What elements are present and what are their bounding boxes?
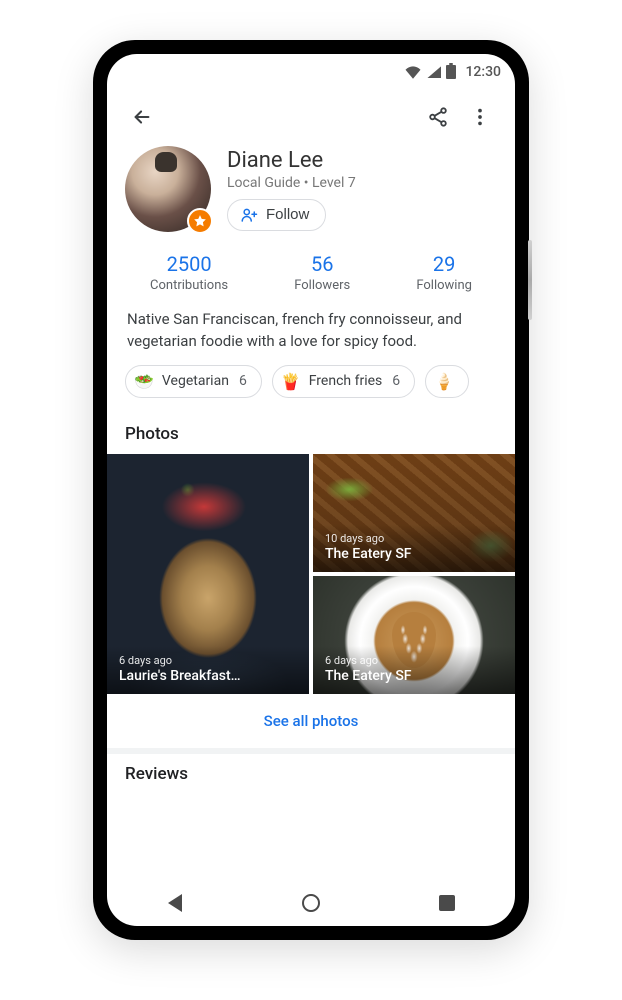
app-bar [107,90,515,144]
photo-title: Laurie's Breakfast… [119,668,297,684]
system-nav-bar [107,880,515,926]
salad-icon: 🥗 [134,372,154,391]
photo-overlay: 10 days ago The Eatery SF [313,524,515,572]
chip-count: 6 [392,373,400,389]
stat-following[interactable]: 29 Following [416,252,472,293]
photo-overlay: 6 days ago The Eatery SF [313,646,515,694]
photo-timestamp: 6 days ago [119,654,297,667]
bio-text: Native San Franciscan, french fry connoi… [107,303,515,365]
chip-partial[interactable]: 🍦 [425,365,469,398]
profile-name: Diane Lee [227,148,356,173]
chip-label: Vegetarian [162,373,229,389]
stat-contributions[interactable]: 2500 Contributions [150,252,228,293]
photo-overlay: 6 days ago Laurie's Breakfast… [107,646,309,694]
photo-timestamp: 10 days ago [325,532,503,545]
content-scroll[interactable]: Diane Lee Local Guide • Level 7 Follow 2… [107,144,515,880]
stat-label: Following [416,278,472,293]
see-all-photos-button[interactable]: See all photos [107,694,515,748]
icecream-icon: 🍦 [434,372,454,391]
overflow-menu-button[interactable] [459,100,501,138]
photo-tile[interactable]: 6 days ago Laurie's Breakfast… [107,454,309,694]
photo-title: The Eatery SF [325,668,503,684]
profile-info: Diane Lee Local Guide • Level 7 Follow [227,148,356,231]
wifi-icon [404,65,422,79]
share-button[interactable] [417,100,459,138]
photo-tile[interactable]: 6 days ago The Eatery SF [313,576,515,694]
topic-chips-row[interactable]: 🥗 Vegetarian 6 🍟 French fries 6 🍦 [107,365,515,414]
photo-title: The Eatery SF [325,546,503,562]
clock-text: 12:30 [465,64,501,80]
chip-vegetarian[interactable]: 🥗 Vegetarian 6 [125,365,262,398]
phone-frame: 12:30 Dian [93,40,529,940]
profile-subtitle: Local Guide • Level 7 [227,175,356,191]
back-button[interactable] [121,100,163,138]
battery-icon [446,65,456,79]
stat-followers[interactable]: 56 Followers [294,252,350,293]
local-guide-badge-icon [187,208,213,234]
stat-value: 56 [294,252,350,276]
avatar[interactable] [125,146,211,232]
nav-home-button[interactable] [300,892,322,914]
follow-label: Follow [266,206,309,223]
fries-icon: 🍟 [281,372,301,391]
cell-signal-icon [427,66,441,78]
nav-recent-button[interactable] [436,892,458,914]
status-bar: 12:30 [107,54,515,90]
photo-tile[interactable]: 10 days ago The Eatery SF [313,454,515,572]
stat-value: 29 [416,252,472,276]
photo-timestamp: 6 days ago [325,654,503,667]
reviews-section-title: Reviews [107,754,515,784]
follow-icon [240,206,258,224]
stat-value: 2500 [150,252,228,276]
nav-back-button[interactable] [164,892,186,914]
profile-header: Diane Lee Local Guide • Level 7 Follow [107,144,515,238]
photo-grid: 6 days ago Laurie's Breakfast… 10 days a… [107,454,515,694]
screen: 12:30 Dian [107,54,515,926]
photos-section-title: Photos [107,414,515,454]
chip-count: 6 [239,373,247,389]
stat-label: Contributions [150,278,228,293]
follow-button[interactable]: Follow [227,199,326,231]
stat-label: Followers [294,278,350,293]
stats-row: 2500 Contributions 56 Followers 29 Follo… [107,238,515,303]
chip-label: French fries [309,373,383,389]
chip-french-fries[interactable]: 🍟 French fries 6 [272,365,415,398]
phone-side-button [528,240,532,320]
